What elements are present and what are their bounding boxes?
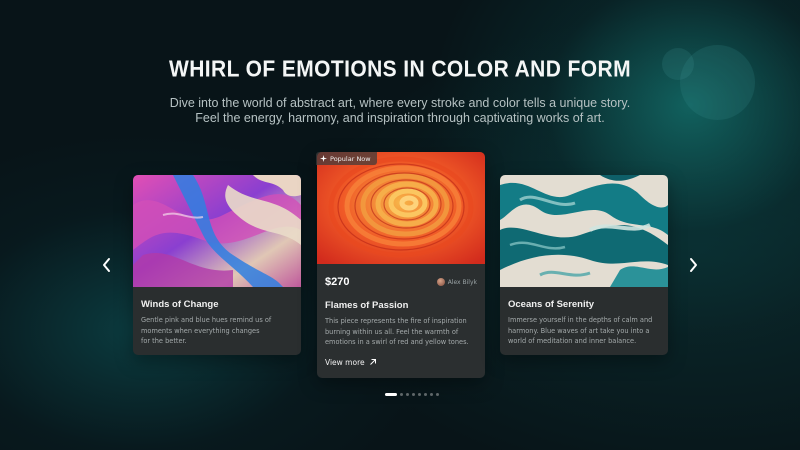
pagination-dot[interactable] [424,393,427,396]
popular-badge: Popular Now [316,152,377,165]
artwork-card-oceans-of-serenity[interactable]: Oceans of Serenity Immerse yourself in t… [500,175,668,355]
pagination-dot[interactable] [430,393,433,396]
chevron-left-icon [103,258,110,272]
subtitle-line-2: Feel the energy, harmony, and inspiratio… [195,111,605,125]
artwork-image [317,152,485,264]
artwork-image [133,175,301,287]
carousel-pagination [385,393,439,396]
sparkle-icon [320,155,327,162]
card-title: Oceans of Serenity [508,299,595,310]
pagination-dot[interactable] [418,393,421,396]
pagination-dot[interactable] [385,393,397,396]
card-description: Gentle pink and blue hues remind us of m… [141,316,272,345]
view-more-link[interactable]: View more [317,348,485,367]
badge-label: Popular Now [330,154,371,163]
subtitle-line-1: Dive into the world of abstract art, whe… [169,96,631,110]
arrow-up-right-icon [369,359,376,365]
pagination-dot[interactable] [400,393,403,396]
price-row: $270 Alex Bilyk [317,264,485,288]
artwork-image [500,175,668,287]
card-title: Winds of Change [141,299,219,310]
artwork-card-winds-of-change[interactable]: Winds of Change Gentle pink and blue hue… [133,175,301,355]
carousel-prev-button[interactable] [100,255,114,275]
author-name: Alex Bilyk [447,278,477,286]
page-subtitle: Dive into the world of abstract art, whe… [0,96,800,126]
card-description: This piece represents the fire of inspir… [325,317,469,346]
pagination-dot[interactable] [436,393,439,396]
carousel-next-button[interactable] [686,255,700,275]
card-title: Flames of Passion [325,300,409,311]
pagination-dot[interactable] [412,393,415,396]
card-description: Immerse yourself in the depths of calm a… [508,316,653,345]
chevron-right-icon [690,258,697,272]
view-more-label: View more [325,357,365,367]
artwork-card-flames-of-passion[interactable]: $270 Alex Bilyk Flames of Passion This p… [317,152,485,378]
author[interactable]: Alex Bilyk [436,278,477,286]
price: $270 [325,276,350,288]
page-title: WHIRL OF EMOTIONS IN COLOR AND FORM [169,57,631,82]
pagination-dot[interactable] [406,393,409,396]
avatar [436,278,445,286]
